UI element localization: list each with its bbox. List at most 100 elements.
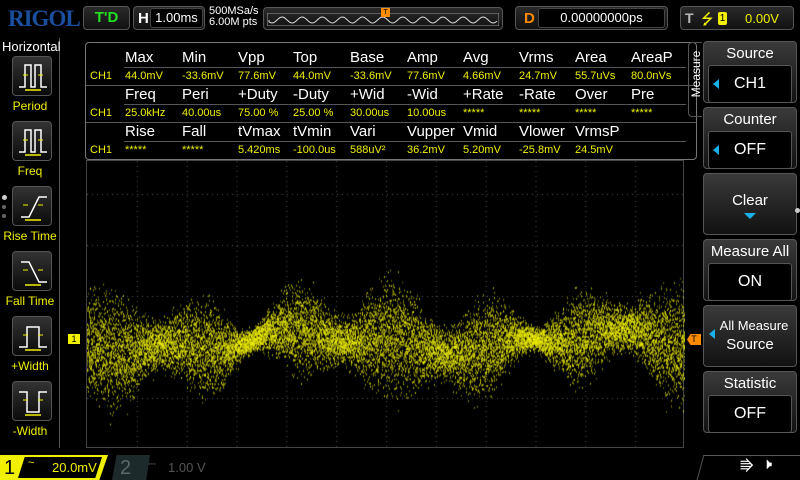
measurement-value: 44.0mV [125, 70, 163, 82]
run-state-button[interactable]: T'D [83, 6, 130, 30]
measurement-value: 4.66mV [463, 70, 501, 82]
measure-all-value: ON [738, 273, 762, 290]
measurement-name: Pre [631, 86, 655, 103]
measurement-name: -Wid [407, 86, 438, 103]
clear-label: Clear [732, 192, 768, 209]
measurement-value: 25.0kHz [125, 107, 166, 119]
measurement-name: +Wid [350, 86, 385, 103]
measurement-name: Vrms [519, 49, 554, 66]
counter-value: OFF [734, 141, 766, 158]
source-title: Source [726, 45, 774, 62]
measurement-name: +Rate [463, 86, 504, 103]
measurement-header-row: Freq Peri +Duty -Duty +Wid -Wid +Rate -Rate Over… [86, 86, 696, 104]
speaker-muted-icon[interactable]: 🕨 [762, 456, 772, 474]
measurement-name: -Rate [519, 86, 556, 103]
measurement-panel: Max Min Vpp Top Base Amp Avg Vrms Area AreaP CH1 44… [85, 42, 697, 160]
measure-freq-button[interactable] [12, 121, 52, 161]
measure-all-title: Measure All [710, 243, 790, 260]
timebase-display[interactable]: H 1.00ms [133, 6, 205, 30]
statistic-title: Statistic [723, 375, 777, 392]
page-indicator-dot [795, 208, 800, 213]
measure-positive-width-button[interactable] [12, 316, 52, 356]
measurement-value: 36.2mV [407, 144, 445, 156]
rigol-logo: RIGOL [8, 6, 81, 31]
page-indicator-dot [2, 214, 6, 218]
ch2-status-button[interactable]: 2 [112, 455, 150, 480]
trigger-display[interactable]: T ⭍ 1 0.00V [680, 6, 794, 30]
measure-all-menu-item[interactable]: Measure All ON [703, 239, 797, 301]
counter-title: Counter [723, 111, 777, 128]
measurement-value: ***** [631, 107, 653, 119]
left-menu-label: +Width [11, 359, 49, 373]
trigger-label: T [685, 10, 694, 26]
measurement-name: Vmid [463, 123, 498, 140]
measurement-name: Vari [350, 123, 376, 140]
all-measure-source-button[interactable]: All Measure Source [703, 305, 797, 367]
measurement-name: tVmin [293, 123, 332, 140]
source-menu-item[interactable]: Source CH1 [703, 41, 797, 103]
measurement-value: 24.5mV [575, 144, 613, 156]
measure-fall-time-button[interactable] [12, 251, 52, 291]
all-measure-label: All Measure [719, 318, 789, 333]
measurement-name: Peri [182, 86, 209, 103]
ch1-offset-marker[interactable]: 1 [68, 334, 80, 344]
measurement-name: +Duty [238, 86, 278, 103]
measurement-name: -Duty [293, 86, 329, 103]
timebase-value: 1.00ms [150, 8, 203, 28]
measurement-value: 44.0mV [293, 70, 331, 82]
ch1-status-button[interactable]: 1 ~ 20.0mV [0, 455, 108, 480]
measurement-value-row: CH1 ***** ***** 5.420ms -100.0us 588uV² 36.2mV… [86, 141, 696, 159]
waveform-grid[interactable] [86, 160, 685, 449]
measurement-value: ***** [125, 144, 147, 156]
measurement-name: Rise [125, 123, 156, 140]
left-menu-label: -Width [12, 424, 48, 438]
rising-edge-icon: ⭍ [701, 11, 714, 28]
statistic-value: OFF [734, 405, 766, 422]
ch1-number: 1 [4, 457, 16, 479]
trigger-level-marker[interactable]: T [687, 334, 701, 345]
submenu-arrow-icon [744, 213, 756, 219]
measurement-value: 588uV² [350, 144, 386, 156]
measurement-name: Freq [125, 86, 156, 103]
measurement-name: Max [125, 49, 154, 66]
measurement-name: Avg [463, 49, 489, 66]
measurement-name: Amp [407, 49, 438, 66]
source-value: CH1 [733, 75, 766, 92]
measure-period-button[interactable] [12, 56, 52, 96]
ac-coupling-icon: ~ [28, 457, 35, 469]
select-arrow-icon [713, 145, 719, 155]
channel-label: CH1 [90, 107, 113, 119]
measurement-name: Vupper [407, 123, 455, 140]
measurement-value: ***** [182, 144, 204, 156]
measurement-header-row: Rise Fall tVmax tVmin Vari Vupper Vmid Vlower Vr… [86, 123, 696, 141]
measurement-value: -33.6mV [182, 70, 224, 82]
waveform-overview[interactable]: T [263, 7, 503, 30]
measurement-value: -100.0us [293, 144, 336, 156]
measurement-name: tVmax [238, 123, 281, 140]
measurement-value: 77.6mV [238, 70, 276, 82]
measurement-name: Vpp [238, 49, 265, 66]
measure-menu-tab: Measure [688, 42, 703, 117]
delay-value: 0.00000000ps [538, 8, 665, 28]
positive-width-icon [19, 326, 47, 351]
measurement-name: Vlower [519, 123, 565, 140]
memory-depth: 6.00M pts [209, 16, 258, 28]
measurement-value: 25.00 % [293, 107, 334, 119]
measure-negative-width-button[interactable] [12, 381, 52, 421]
ch2-scale: 1.00 V [168, 460, 206, 475]
ch2-number: 2 [120, 457, 132, 479]
delay-display[interactable]: D 0.00000000ps [515, 6, 668, 30]
measure-menu-title: Measure [689, 50, 703, 98]
trigger-source: 1 [718, 12, 727, 25]
negative-width-icon [19, 391, 47, 416]
all-measure-source-label: Source [726, 336, 774, 353]
clear-button[interactable]: Clear [703, 173, 797, 235]
delay-label: D [524, 10, 535, 27]
trigger-level: 0.00V [745, 11, 779, 26]
ch1-waveform-trace [87, 161, 685, 449]
measurement-value: 5.20mV [463, 144, 501, 156]
statistic-menu-item[interactable]: Statistic OFF [703, 371, 797, 433]
measure-rise-time-button[interactable] [12, 186, 52, 226]
acquisition-info: 500MSa/s 6.00M pts [209, 6, 259, 28]
counter-menu-item[interactable]: Counter OFF [703, 107, 797, 169]
